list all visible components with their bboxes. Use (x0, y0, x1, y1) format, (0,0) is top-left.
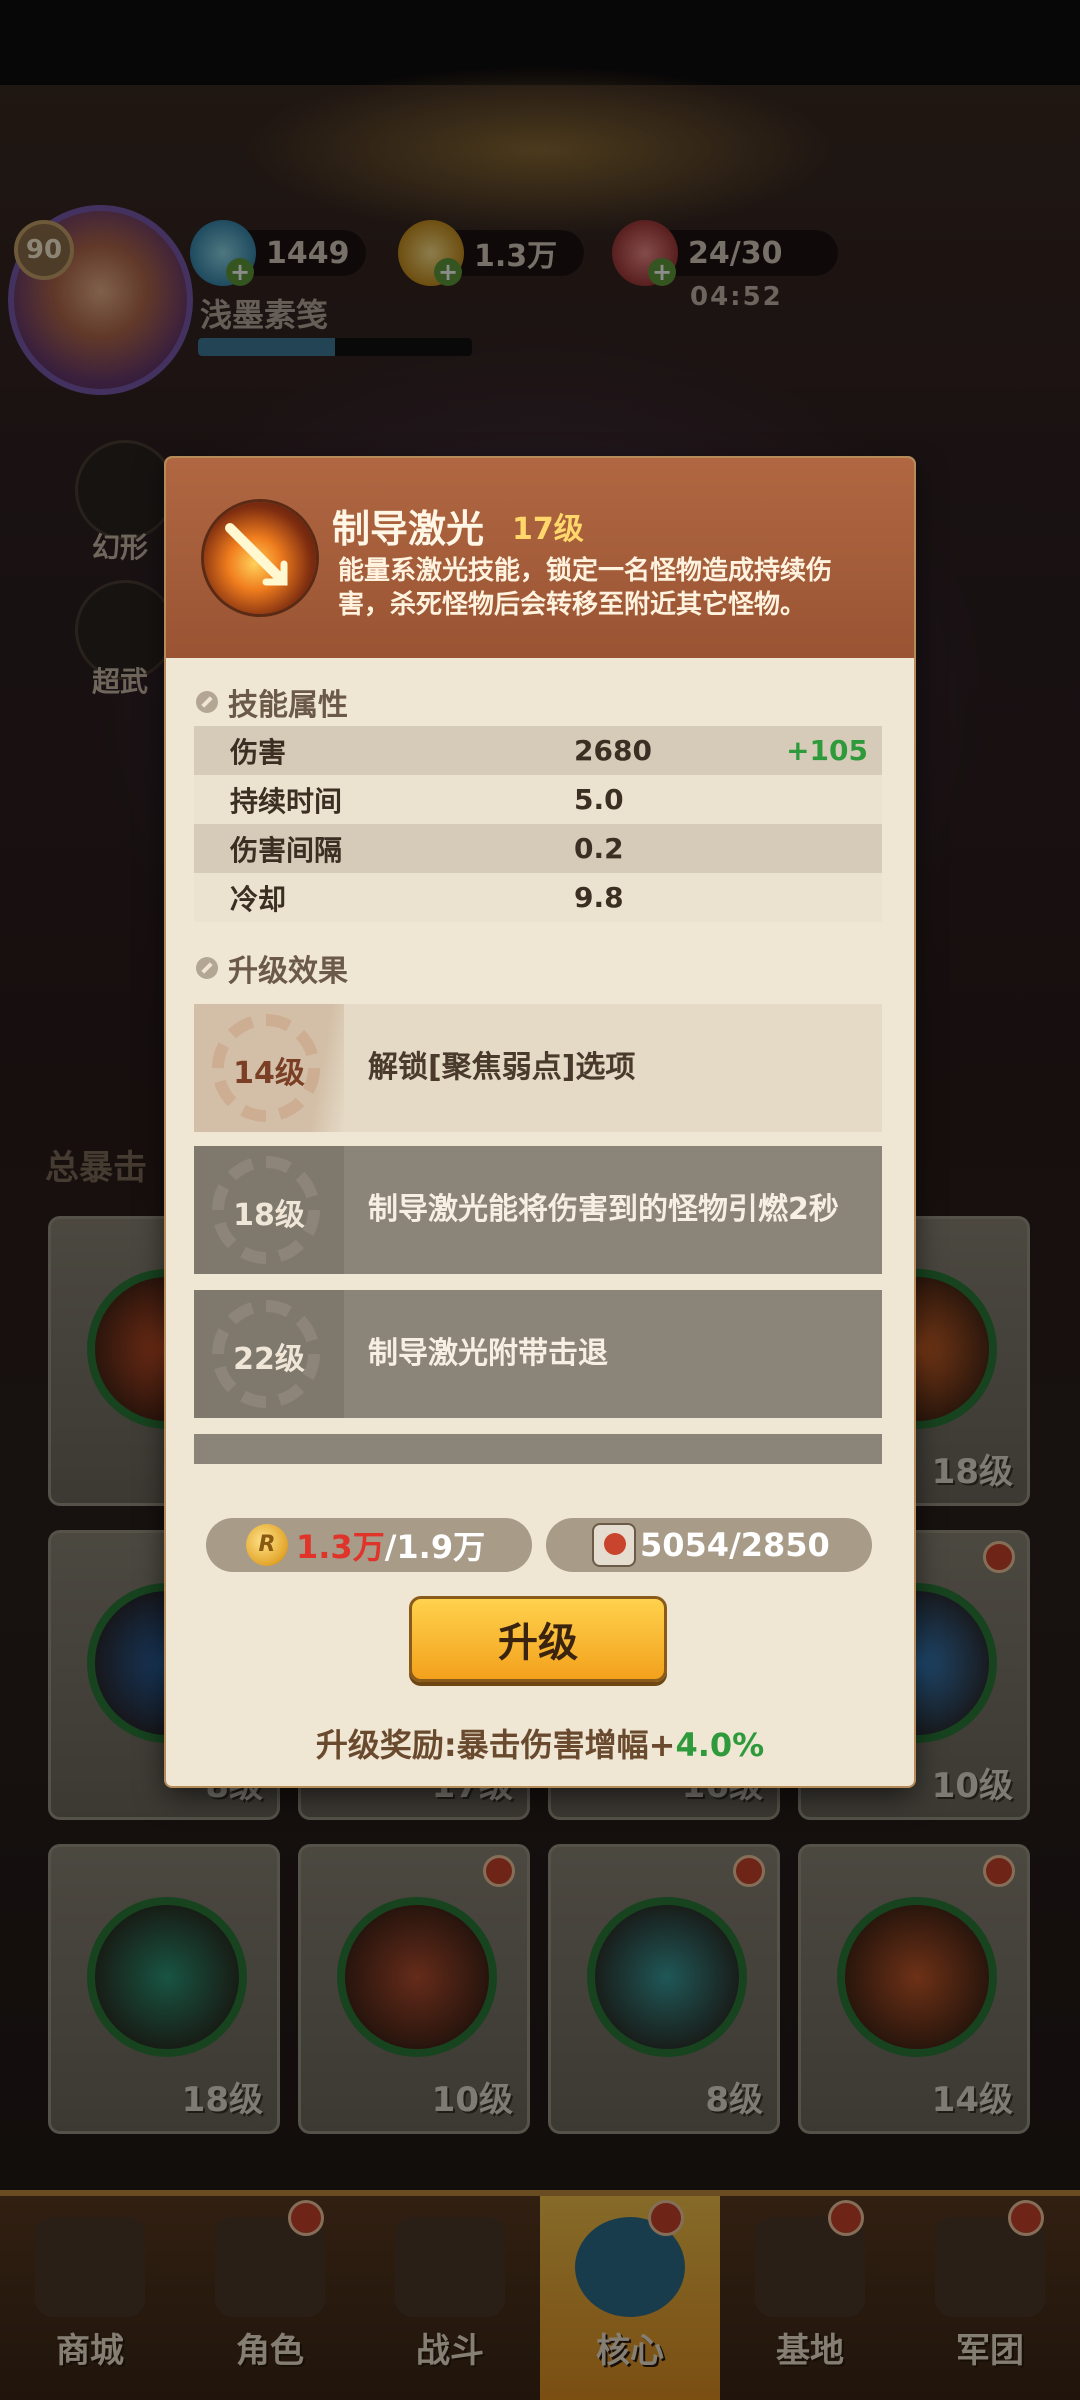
gear-icon: 22级 (194, 1290, 344, 1418)
gear-icon: 14级 (194, 1004, 344, 1132)
coin-cost-required: /1.9万 (384, 1528, 486, 1566)
modal-header: 制导激光 17级 能量系激光技能，锁定一名怪物造成持续伤害，杀死怪物后会转移至附… (166, 458, 914, 658)
upgrade-effect-row: 18级 制导激光能将伤害到的怪物引燃2秒 (194, 1146, 882, 1274)
skill-description: 能量系激光技能，锁定一名怪物造成持续伤害，杀死怪物后会转移至附近其它怪物。 (338, 556, 833, 620)
upgrade-button[interactable]: 升级 (409, 1596, 667, 1682)
effects-list-scroll-more[interactable] (194, 1434, 882, 1464)
attributes-title: 技能属性 (228, 688, 348, 723)
attribute-name: 持续时间 (230, 784, 343, 818)
attribute-value: 2680 (574, 734, 652, 767)
attribute-name: 伤害间隔 (230, 833, 343, 867)
attribute-row: 冷却 9.8 (194, 873, 882, 922)
effect-text: 制导激光能将伤害到的怪物引燃2秒 (368, 1192, 839, 1227)
coin-icon: R (246, 1524, 288, 1566)
skill-level: 17级 (512, 512, 584, 547)
coin-cost-current: 1.3万 (296, 1528, 385, 1566)
gear-icon: 18级 (194, 1146, 344, 1274)
attribute-row: 伤害 2680 +105 (194, 726, 882, 775)
reward-value: 4.0% (675, 1726, 765, 1764)
attribute-value: 5.0 (574, 783, 624, 816)
attribute-row: 持续时间 5.0 (194, 775, 882, 824)
coin-cost: R 1.3万 /1.9万 (206, 1518, 532, 1572)
effects-heading: 升级效果 (196, 946, 348, 990)
upgrade-effect-row: 22级 制导激光附带击退 (194, 1290, 882, 1418)
skill-scroll-icon (592, 1523, 636, 1567)
effect-level: 22级 (233, 1342, 305, 1377)
attribute-row: 伤害间隔 0.2 (194, 824, 882, 873)
attribute-name: 冷却 (230, 882, 287, 916)
effect-text: 解锁[聚焦弱点]选项 (368, 1050, 636, 1085)
skill-name: 制导激光 (332, 507, 485, 551)
attribute-bonus: +105 (786, 734, 868, 767)
attributes-heading: 技能属性 (196, 680, 348, 724)
upgrade-effect-row: 14级 解锁[聚焦弱点]选项 (194, 1004, 882, 1132)
section-bullet-icon (196, 691, 218, 713)
laser-skill-icon (204, 502, 316, 614)
attributes-table: 伤害 2680 +105 持续时间 5.0 伤害间隔 0.2 冷却 9.8 (194, 726, 882, 922)
effect-text: 制导激光附带击退 (368, 1336, 608, 1371)
attribute-name: 伤害 (230, 735, 287, 769)
effects-title: 升级效果 (228, 954, 348, 989)
attribute-value: 0.2 (574, 832, 624, 865)
section-bullet-icon (196, 957, 218, 979)
upgrade-reward: 升级奖励:暴击伤害增幅+4.0% (166, 1720, 914, 1766)
scroll-cost: 5054/2850 (546, 1518, 872, 1572)
effect-level: 18级 (233, 1198, 305, 1233)
attribute-value: 9.8 (574, 881, 624, 914)
skill-detail-modal: 制导激光 17级 能量系激光技能，锁定一名怪物造成持续伤害，杀死怪物后会转移至附… (166, 458, 914, 1786)
reward-label: 升级奖励:暴击伤害增幅+ (315, 1726, 676, 1764)
effect-level: 14级 (233, 1056, 305, 1091)
scroll-cost-value: 5054/2850 (640, 1526, 830, 1564)
